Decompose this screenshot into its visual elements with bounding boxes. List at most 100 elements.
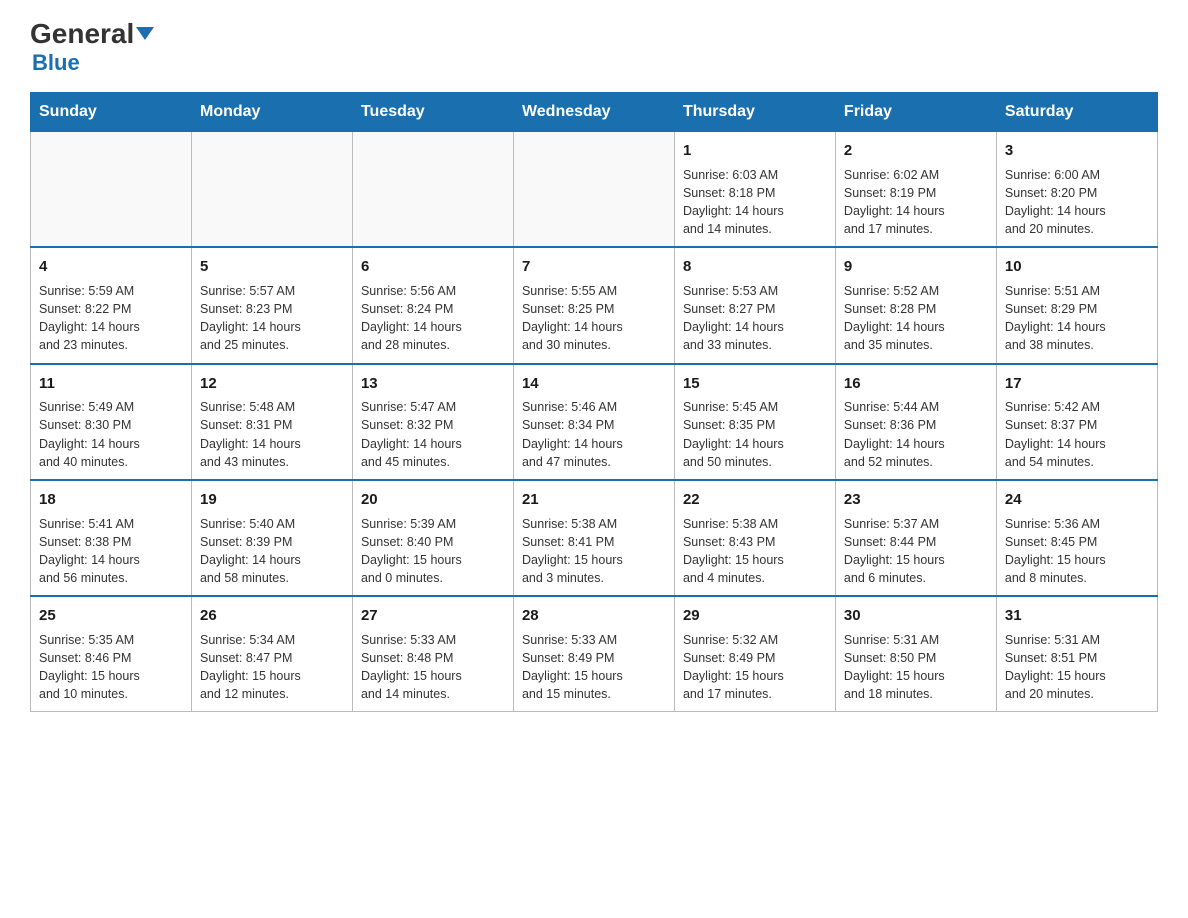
weekday-header-saturday: Saturday bbox=[996, 93, 1157, 132]
day-number: 5 bbox=[200, 256, 344, 278]
day-number: 16 bbox=[844, 373, 988, 395]
calendar-day-cell: 7 Sunrise: 5:55 AMSunset: 8:25 PMDaylight… bbox=[513, 247, 674, 363]
sun-info: Sunrise: 5:46 AMSunset: 8:34 PMDaylight:… bbox=[522, 398, 666, 471]
day-number: 9 bbox=[844, 256, 988, 278]
day-number: 2 bbox=[844, 140, 988, 162]
sun-info: Sunrise: 5:49 AMSunset: 8:30 PMDaylight:… bbox=[39, 398, 183, 471]
calendar-day-cell: 3 Sunrise: 6:00 AMSunset: 8:20 PMDaylight… bbox=[996, 132, 1157, 248]
calendar-day-cell: 10 Sunrise: 5:51 AMSunset: 8:29 PMDayligh… bbox=[996, 247, 1157, 363]
calendar-day-cell: 26 Sunrise: 5:34 AMSunset: 8:47 PMDayligh… bbox=[191, 596, 352, 712]
calendar-week-row: 11 Sunrise: 5:49 AMSunset: 8:30 PMDayligh… bbox=[31, 364, 1158, 480]
day-number: 15 bbox=[683, 373, 827, 395]
day-number: 26 bbox=[200, 605, 344, 627]
weekday-header-thursday: Thursday bbox=[674, 93, 835, 132]
sun-info: Sunrise: 5:53 AMSunset: 8:27 PMDaylight:… bbox=[683, 282, 827, 355]
calendar-day-cell: 20 Sunrise: 5:39 AMSunset: 8:40 PMDayligh… bbox=[352, 480, 513, 596]
day-number: 4 bbox=[39, 256, 183, 278]
sun-info: Sunrise: 5:37 AMSunset: 8:44 PMDaylight:… bbox=[844, 515, 988, 588]
day-number: 8 bbox=[683, 256, 827, 278]
calendar-day-cell bbox=[31, 132, 192, 248]
calendar-day-cell: 23 Sunrise: 5:37 AMSunset: 8:44 PMDayligh… bbox=[835, 480, 996, 596]
day-number: 21 bbox=[522, 489, 666, 511]
calendar-week-row: 1 Sunrise: 6:03 AMSunset: 8:18 PMDaylight… bbox=[31, 132, 1158, 248]
sun-info: Sunrise: 5:38 AMSunset: 8:41 PMDaylight:… bbox=[522, 515, 666, 588]
calendar-day-cell: 14 Sunrise: 5:46 AMSunset: 8:34 PMDayligh… bbox=[513, 364, 674, 480]
calendar-day-cell: 24Sunrise: 5:36 AMSunset: 8:45 PMDayligh… bbox=[996, 480, 1157, 596]
calendar-day-cell bbox=[352, 132, 513, 248]
day-number: 14 bbox=[522, 373, 666, 395]
calendar-day-cell: 1 Sunrise: 6:03 AMSunset: 8:18 PMDaylight… bbox=[674, 132, 835, 248]
calendar-day-cell: 2 Sunrise: 6:02 AMSunset: 8:19 PMDaylight… bbox=[835, 132, 996, 248]
day-number: 11 bbox=[39, 373, 183, 395]
calendar-day-cell: 22 Sunrise: 5:38 AMSunset: 8:43 PMDayligh… bbox=[674, 480, 835, 596]
sun-info: Sunrise: 5:34 AMSunset: 8:47 PMDaylight:… bbox=[200, 631, 344, 704]
sun-info: Sunrise: 5:44 AMSunset: 8:36 PMDaylight:… bbox=[844, 398, 988, 471]
calendar-day-cell: 6 Sunrise: 5:56 AMSunset: 8:24 PMDaylight… bbox=[352, 247, 513, 363]
day-number: 22 bbox=[683, 489, 827, 511]
day-number: 1 bbox=[683, 140, 827, 162]
calendar-day-cell: 17Sunrise: 5:42 AMSunset: 8:37 PMDayligh… bbox=[996, 364, 1157, 480]
day-number: 19 bbox=[200, 489, 344, 511]
sun-info: Sunrise: 5:55 AMSunset: 8:25 PMDaylight:… bbox=[522, 282, 666, 355]
calendar-day-cell: 8 Sunrise: 5:53 AMSunset: 8:27 PMDaylight… bbox=[674, 247, 835, 363]
logo-general-text: General bbox=[30, 20, 154, 48]
day-number: 12 bbox=[200, 373, 344, 395]
sun-info: Sunrise: 5:57 AMSunset: 8:23 PMDaylight:… bbox=[200, 282, 344, 355]
day-number: 20 bbox=[361, 489, 505, 511]
calendar-day-cell bbox=[513, 132, 674, 248]
sun-info: Sunrise: 5:47 AMSunset: 8:32 PMDaylight:… bbox=[361, 398, 505, 471]
logo: General Blue bbox=[30, 20, 154, 76]
weekday-header-tuesday: Tuesday bbox=[352, 93, 513, 132]
day-number: 29 bbox=[683, 605, 827, 627]
sun-info: Sunrise: 5:31 AMSunset: 8:50 PMDaylight:… bbox=[844, 631, 988, 704]
sun-info: Sunrise: 5:31 AMSunset: 8:51 PMDaylight:… bbox=[1005, 631, 1149, 704]
calendar-table: SundayMondayTuesdayWednesdayThursdayFrid… bbox=[30, 92, 1158, 712]
day-number: 7 bbox=[522, 256, 666, 278]
day-number: 28 bbox=[522, 605, 666, 627]
day-number: 17 bbox=[1005, 373, 1149, 395]
calendar-day-cell: 5 Sunrise: 5:57 AMSunset: 8:23 PMDaylight… bbox=[191, 247, 352, 363]
sun-info: Sunrise: 5:35 AMSunset: 8:46 PMDaylight:… bbox=[39, 631, 183, 704]
calendar-day-cell bbox=[191, 132, 352, 248]
calendar-day-cell: 18Sunrise: 5:41 AMSunset: 8:38 PMDayligh… bbox=[31, 480, 192, 596]
sun-info: Sunrise: 5:51 AMSunset: 8:29 PMDaylight:… bbox=[1005, 282, 1149, 355]
sun-info: Sunrise: 5:52 AMSunset: 8:28 PMDaylight:… bbox=[844, 282, 988, 355]
day-number: 6 bbox=[361, 256, 505, 278]
weekday-header-friday: Friday bbox=[835, 93, 996, 132]
sun-info: Sunrise: 5:39 AMSunset: 8:40 PMDaylight:… bbox=[361, 515, 505, 588]
calendar-day-cell: 28 Sunrise: 5:33 AMSunset: 8:49 PMDayligh… bbox=[513, 596, 674, 712]
calendar-day-cell: 12 Sunrise: 5:48 AMSunset: 8:31 PMDayligh… bbox=[191, 364, 352, 480]
calendar-day-cell: 19 Sunrise: 5:40 AMSunset: 8:39 PMDayligh… bbox=[191, 480, 352, 596]
calendar-day-cell: 13 Sunrise: 5:47 AMSunset: 8:32 PMDayligh… bbox=[352, 364, 513, 480]
sun-info: Sunrise: 5:32 AMSunset: 8:49 PMDaylight:… bbox=[683, 631, 827, 704]
calendar-day-cell: 9 Sunrise: 5:52 AMSunset: 8:28 PMDaylight… bbox=[835, 247, 996, 363]
sun-info: Sunrise: 5:33 AMSunset: 8:49 PMDaylight:… bbox=[522, 631, 666, 704]
sun-info: Sunrise: 5:56 AMSunset: 8:24 PMDaylight:… bbox=[361, 282, 505, 355]
day-number: 30 bbox=[844, 605, 988, 627]
logo-blue-text: Blue bbox=[30, 50, 80, 76]
sun-info: Sunrise: 6:02 AMSunset: 8:19 PMDaylight:… bbox=[844, 166, 988, 239]
day-number: 3 bbox=[1005, 140, 1149, 162]
weekday-header-wednesday: Wednesday bbox=[513, 93, 674, 132]
calendar-header-row: SundayMondayTuesdayWednesdayThursdayFrid… bbox=[31, 93, 1158, 132]
calendar-day-cell: 31Sunrise: 5:31 AMSunset: 8:51 PMDayligh… bbox=[996, 596, 1157, 712]
day-number: 13 bbox=[361, 373, 505, 395]
sun-info: Sunrise: 6:00 AMSunset: 8:20 PMDaylight:… bbox=[1005, 166, 1149, 239]
page-header: General Blue bbox=[30, 20, 1158, 76]
sun-info: Sunrise: 5:41 AMSunset: 8:38 PMDaylight:… bbox=[39, 515, 183, 588]
calendar-day-cell: 4Sunrise: 5:59 AMSunset: 8:22 PMDaylight… bbox=[31, 247, 192, 363]
calendar-day-cell: 30 Sunrise: 5:31 AMSunset: 8:50 PMDayligh… bbox=[835, 596, 996, 712]
sun-info: Sunrise: 5:45 AMSunset: 8:35 PMDaylight:… bbox=[683, 398, 827, 471]
weekday-header-monday: Monday bbox=[191, 93, 352, 132]
sun-info: Sunrise: 5:48 AMSunset: 8:31 PMDaylight:… bbox=[200, 398, 344, 471]
day-number: 10 bbox=[1005, 256, 1149, 278]
day-number: 25 bbox=[39, 605, 183, 627]
sun-info: Sunrise: 6:03 AMSunset: 8:18 PMDaylight:… bbox=[683, 166, 827, 239]
day-number: 23 bbox=[844, 489, 988, 511]
sun-info: Sunrise: 5:36 AMSunset: 8:45 PMDaylight:… bbox=[1005, 515, 1149, 588]
calendar-day-cell: 15 Sunrise: 5:45 AMSunset: 8:35 PMDayligh… bbox=[674, 364, 835, 480]
calendar-day-cell: 11 Sunrise: 5:49 AMSunset: 8:30 PMDayligh… bbox=[31, 364, 192, 480]
sun-info: Sunrise: 5:38 AMSunset: 8:43 PMDaylight:… bbox=[683, 515, 827, 588]
sun-info: Sunrise: 5:40 AMSunset: 8:39 PMDaylight:… bbox=[200, 515, 344, 588]
calendar-day-cell: 21 Sunrise: 5:38 AMSunset: 8:41 PMDayligh… bbox=[513, 480, 674, 596]
